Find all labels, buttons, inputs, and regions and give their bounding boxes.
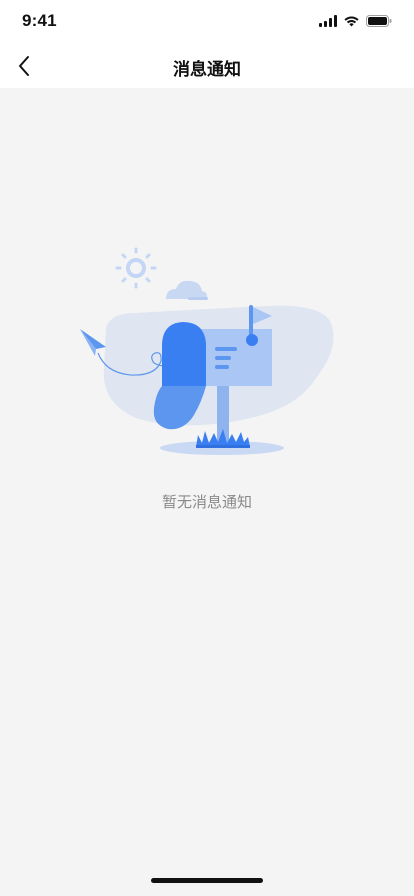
mailbox-illustration <box>80 247 334 455</box>
home-indicator[interactable] <box>151 878 263 883</box>
status-icons <box>319 14 392 28</box>
cloud-icon <box>166 280 207 299</box>
status-time: 9:41 <box>22 11 57 30</box>
cellular-signal-icon <box>319 15 337 27</box>
empty-state-message: 暂无消息通知 <box>161 493 252 511</box>
battery-icon <box>366 15 392 27</box>
page-title: 消息通知 <box>173 60 241 80</box>
grass-icon <box>196 429 250 447</box>
paper-plane-icon <box>80 329 106 356</box>
sun-icon <box>115 247 157 289</box>
status-bar: 9:41 <box>0 0 414 44</box>
wifi-icon <box>344 16 359 27</box>
navigation-bar: 消息通知 <box>0 44 414 88</box>
empty-state-container: 暂无消息通知 <box>0 88 414 896</box>
